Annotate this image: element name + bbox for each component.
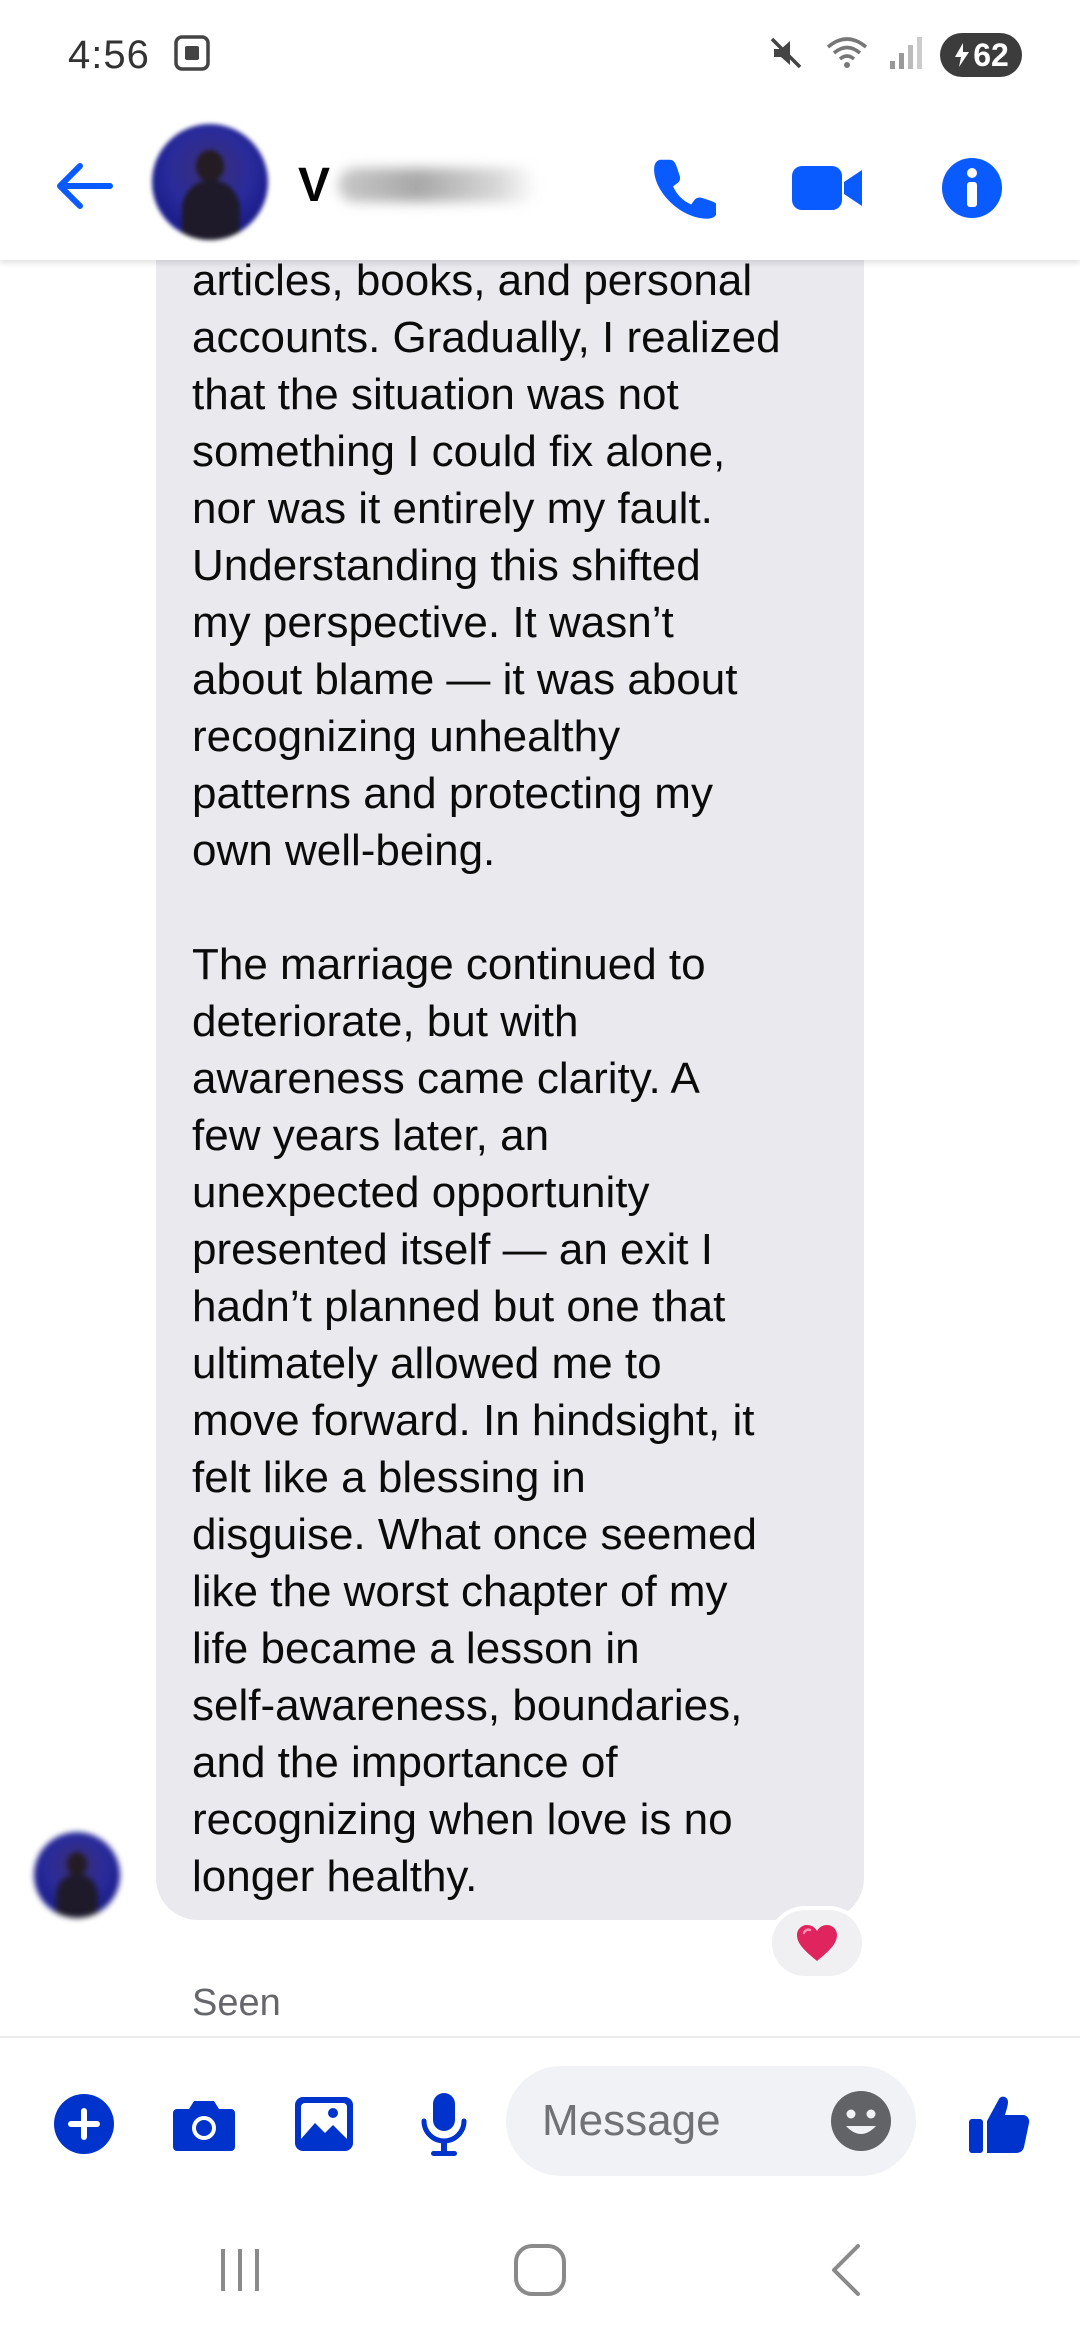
status-right: 62 (766, 33, 1022, 78)
home-icon (514, 2244, 566, 2296)
seen-status: Seen (192, 1982, 281, 2024)
back-nav-button[interactable] (806, 2240, 886, 2300)
messenger-screen: 4:56 62 articles, books, and personal ac… (0, 0, 1080, 2340)
microphone-icon (421, 2093, 467, 2156)
recent-apps-button[interactable] (200, 2240, 280, 2300)
camera-icon (173, 2101, 235, 2151)
contact-avatar[interactable] (152, 124, 268, 240)
gallery-icon (295, 2097, 353, 2151)
plus-icon (54, 2094, 114, 2154)
message-input[interactable]: Message (506, 2066, 916, 2176)
recent-apps-icon (221, 2249, 259, 2291)
screenshot-icon (172, 33, 212, 78)
info-icon (942, 158, 1002, 218)
gallery-button[interactable] (288, 2088, 360, 2160)
wifi-icon (824, 33, 870, 78)
voice-call-button[interactable] (646, 150, 722, 226)
emoji-icon[interactable] (828, 2088, 894, 2154)
video-call-button[interactable] (790, 150, 866, 226)
camera-button[interactable] (168, 2088, 240, 2160)
chat-header: V (0, 110, 1080, 260)
status-left: 4:56 (68, 33, 212, 78)
system-nav-bar (0, 2196, 1080, 2340)
mute-icon (766, 33, 806, 78)
back-arrow-icon (57, 163, 113, 209)
status-bar: 4:56 62 (0, 0, 1080, 110)
phone-icon (654, 159, 716, 219)
battery-icon: 62 (940, 33, 1022, 77)
home-button[interactable] (500, 2240, 580, 2300)
message-placeholder: Message (542, 2096, 721, 2145)
message-composer: Message (0, 2036, 1080, 2196)
signal-icon (888, 33, 922, 78)
battery-level: 62 (973, 36, 1009, 73)
sender-avatar[interactable] (34, 1832, 120, 1918)
message-reaction[interactable] (772, 1910, 862, 1976)
message-bubble[interactable]: articles, books, and personal accounts. … (156, 210, 864, 1920)
contact-name[interactable]: V (298, 150, 539, 220)
message-text: articles, books, and personal accounts. … (192, 256, 781, 1901)
video-camera-icon (792, 166, 862, 210)
voice-message-button[interactable] (408, 2088, 480, 2160)
like-button[interactable] (964, 2088, 1036, 2160)
more-actions-button[interactable] (48, 2088, 120, 2160)
contact-name-initial: V (298, 158, 331, 212)
chevron-left-icon (832, 2244, 860, 2296)
back-button[interactable] (50, 152, 118, 220)
thumbs-up-icon (969, 2096, 1030, 2153)
contact-name-redacted (338, 168, 539, 202)
info-button[interactable] (934, 150, 1010, 226)
heart-icon (797, 1925, 837, 1961)
status-time: 4:56 (68, 32, 150, 77)
